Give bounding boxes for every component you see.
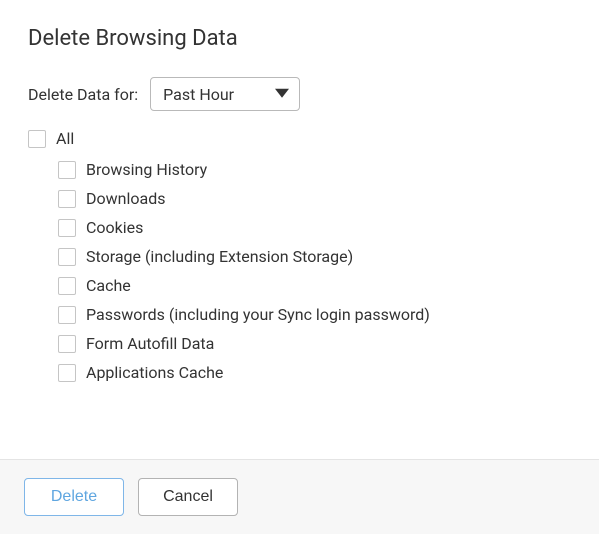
time-range-row: Delete Data for: Past Hour	[28, 77, 571, 111]
dialog-footer: Delete Cancel	[0, 459, 599, 534]
list-item: Cache	[58, 276, 571, 295]
item-label: Downloads	[86, 189, 165, 208]
list-item: Cookies	[58, 218, 571, 237]
item-label: Cache	[86, 276, 131, 295]
item-label: Cookies	[86, 218, 143, 237]
item-label: Browsing History	[86, 160, 207, 179]
downloads-checkbox[interactable]	[58, 190, 76, 208]
item-label: Passwords (including your Sync login pas…	[86, 305, 430, 324]
all-option-row: All	[28, 129, 571, 148]
chevron-down-icon	[275, 89, 289, 98]
data-types-list: Browsing History Downloads Cookies Stora…	[58, 160, 571, 382]
dialog-title: Delete Browsing Data	[28, 26, 571, 51]
delete-browsing-data-dialog: Delete Browsing Data Delete Data for: Pa…	[0, 0, 599, 534]
item-label: Storage (including Extension Storage)	[86, 247, 353, 266]
list-item: Form Autofill Data	[58, 334, 571, 353]
all-checkbox[interactable]	[28, 130, 46, 148]
browsing-history-checkbox[interactable]	[58, 161, 76, 179]
list-item: Applications Cache	[58, 363, 571, 382]
cache-checkbox[interactable]	[58, 277, 76, 295]
list-item: Downloads	[58, 189, 571, 208]
list-item: Passwords (including your Sync login pas…	[58, 305, 571, 324]
time-range-label: Delete Data for:	[28, 85, 138, 104]
all-label: All	[56, 129, 74, 148]
form-autofill-checkbox[interactable]	[58, 335, 76, 353]
dialog-content: Delete Browsing Data Delete Data for: Pa…	[0, 0, 599, 459]
cookies-checkbox[interactable]	[58, 219, 76, 237]
storage-checkbox[interactable]	[58, 248, 76, 266]
list-item: Browsing History	[58, 160, 571, 179]
delete-button[interactable]: Delete	[24, 478, 124, 516]
item-label: Form Autofill Data	[86, 334, 214, 353]
time-range-select[interactable]: Past Hour	[150, 77, 300, 111]
cancel-button[interactable]: Cancel	[138, 478, 238, 516]
item-label: Applications Cache	[86, 363, 223, 382]
applications-cache-checkbox[interactable]	[58, 364, 76, 382]
time-range-value: Past Hour	[163, 85, 234, 104]
passwords-checkbox[interactable]	[58, 306, 76, 324]
list-item: Storage (including Extension Storage)	[58, 247, 571, 266]
